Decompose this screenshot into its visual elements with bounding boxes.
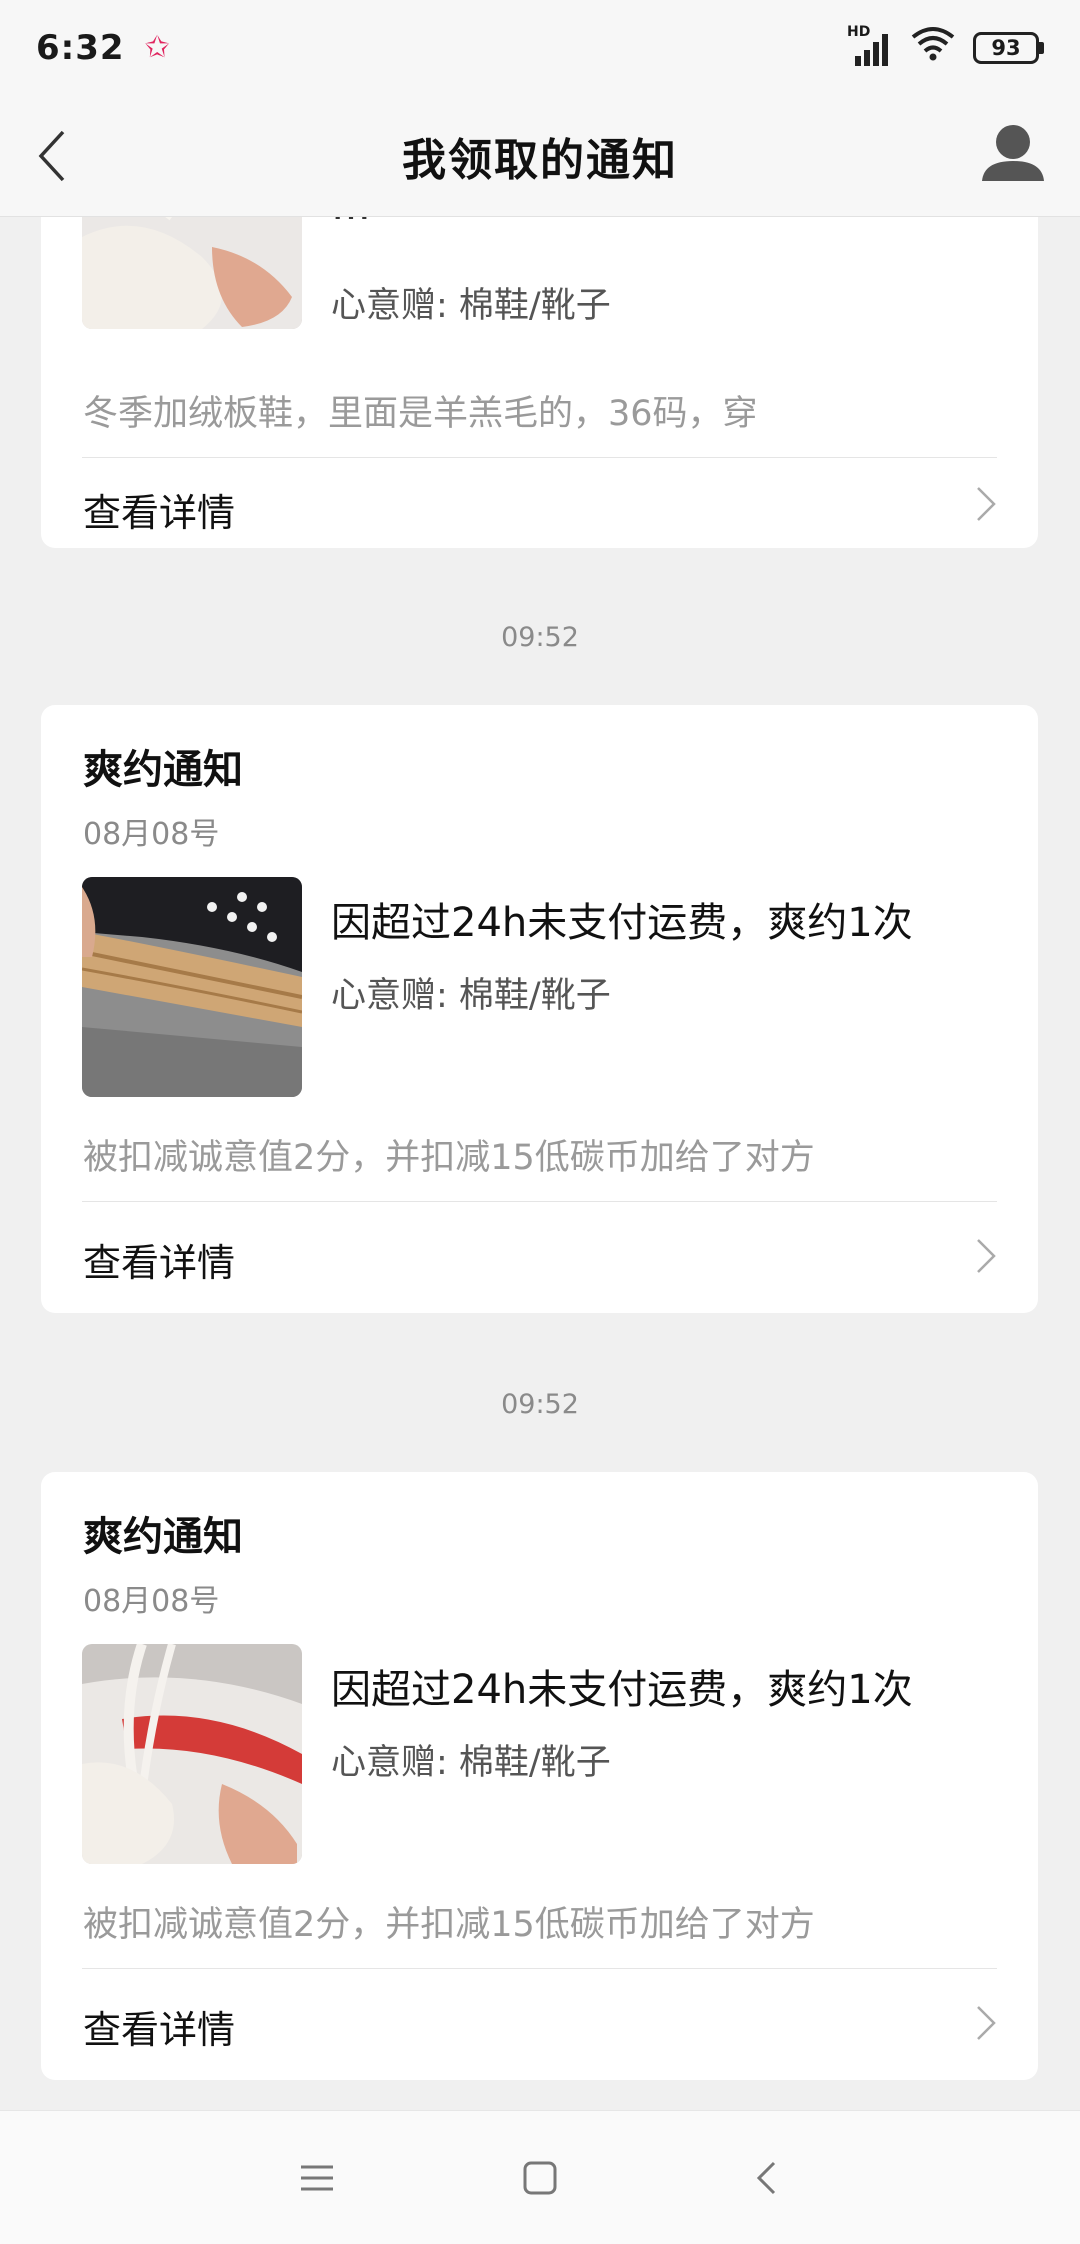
chevron-right-icon [974, 1236, 998, 1276]
chevron-right-icon [974, 2003, 998, 2043]
view-details-row[interactable]: 查看详情 [41, 1969, 1038, 2080]
card-headline: … [331, 217, 371, 229]
card-description: 被扣减诚意值2分，并扣减15低碳币加给了对方 [83, 1905, 815, 1945]
view-details-label: 查看详情 [83, 491, 236, 535]
notification-card: … 心意赠: 棉鞋/靴子 冬季加绒板鞋，里面是羊羔毛的，36码，穿 查看详情 [41, 217, 1038, 548]
card-description: 冬季加绒板鞋，里面是羊羔毛的，36码，穿 [83, 394, 758, 434]
status-bar: 6:32 ✩ HD 93 [0, 0, 1080, 95]
view-details-label: 查看详情 [83, 2008, 236, 2052]
view-details-row[interactable]: 查看详情 [41, 1202, 1038, 1313]
wifi-icon [911, 25, 955, 70]
menu-icon[interactable] [287, 2148, 347, 2208]
status-icons: HD 93 [847, 24, 1044, 70]
notification-list: … 心意赠: 棉鞋/靴子 冬季加绒板鞋，里面是羊羔毛的，36码，穿 查看详情 0… [0, 217, 1080, 2110]
home-icon[interactable] [510, 2148, 570, 2208]
back-icon[interactable] [736, 2148, 796, 2208]
item-thumbnail[interactable] [82, 877, 302, 1097]
signal-icon: HD [847, 24, 893, 68]
nav-bar: 我领取的通知 [0, 95, 1080, 217]
system-nav-bar [0, 2110, 1080, 2244]
view-details-label: 查看详情 [83, 1241, 236, 1285]
card-description: 被扣减诚意值2分，并扣减15低碳币加给了对方 [83, 1138, 815, 1178]
view-details-row[interactable]: 查看详情 [41, 458, 1038, 548]
user-icon[interactable] [976, 117, 1050, 191]
card-gift: 心意赠: 棉鞋/靴子 [331, 286, 611, 326]
battery-icon: 93 [973, 31, 1044, 64]
notification-card: 爽约通知 08月08号 因超过24h未支付运费，爽约1次 心意赠: 棉鞋/靴子 … [41, 1472, 1038, 2080]
card-headline: 因超过24h未支付运费，爽约1次 [331, 900, 913, 946]
card-date: 08月08号 [83, 817, 220, 852]
card-title: 爽约通知 [83, 747, 243, 793]
notification-card: 爽约通知 08月08号 因超过24h未支付运费，爽约1次 心意赠: 棉鞋/靴子 … [41, 705, 1038, 1313]
card-title: 爽约通知 [83, 1514, 243, 1560]
network-type: HD [847, 23, 871, 40]
card-gift: 心意赠: 棉鞋/靴子 [331, 1743, 611, 1783]
time-separator: 09:52 [501, 622, 579, 653]
card-headline: 因超过24h未支付运费，爽约1次 [331, 1667, 913, 1713]
card-gift: 心意赠: 棉鞋/靴子 [331, 976, 611, 1016]
time-separator: 09:52 [501, 1389, 579, 1420]
item-thumbnail[interactable] [82, 217, 302, 329]
status-time: 6:32 [36, 27, 125, 68]
item-thumbnail[interactable] [82, 1644, 302, 1864]
chevron-left-icon[interactable] [22, 121, 82, 191]
page-title: 我领取的通知 [402, 134, 678, 186]
card-date: 08月08号 [83, 1584, 220, 1619]
battery-level: 93 [973, 31, 1039, 64]
chevron-right-icon [974, 484, 998, 524]
star-icon: ✩ [144, 30, 170, 65]
